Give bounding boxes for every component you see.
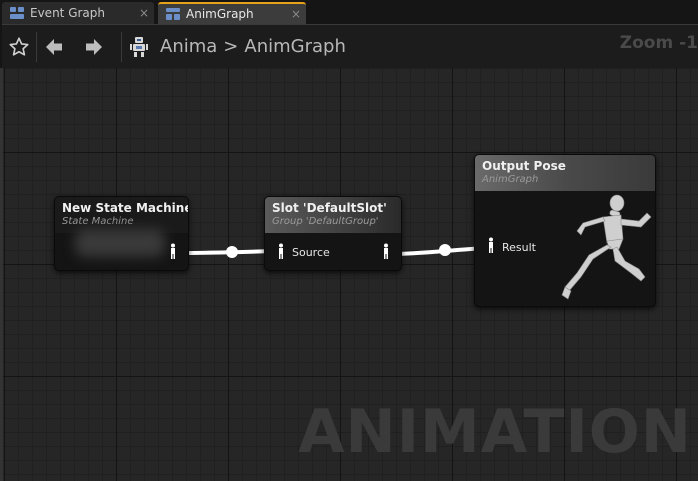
- node-subtitle: State Machine: [62, 216, 134, 227]
- pose-output-pin-icon[interactable]: [168, 243, 178, 259]
- node-header: Output Pose AnimGraph: [475, 155, 655, 191]
- node-header: New State Machine State Machine: [55, 197, 188, 233]
- node-subtitle: Group 'DefaultGroup': [272, 216, 379, 227]
- wire-reroute-knot: [226, 246, 238, 258]
- node-slot[interactable]: Slot 'DefaultSlot' Group 'DefaultGroup' …: [264, 196, 402, 271]
- node-header: Slot 'DefaultSlot' Group 'DefaultGroup': [265, 197, 401, 233]
- node-title: New State Machine: [62, 201, 189, 215]
- node-output-pose[interactable]: Output Pose AnimGraph Result: [474, 154, 656, 307]
- node-subtitle: AnimGraph: [482, 174, 539, 185]
- node-title: Slot 'DefaultSlot': [272, 201, 387, 215]
- wire-slot-to-output: [388, 246, 488, 256]
- running-mannequin-icon: [561, 194, 652, 300]
- pin-label-result: Result: [502, 241, 536, 254]
- pose-output-pin-icon[interactable]: [381, 243, 391, 259]
- node-title: Output Pose: [482, 159, 566, 173]
- pin-label-source: Source: [292, 246, 330, 259]
- pose-input-pin-icon[interactable]: [276, 243, 286, 259]
- node-state-machine[interactable]: New State Machine State Machine: [54, 196, 189, 271]
- pose-input-pin-icon[interactable]: [486, 237, 496, 253]
- node-preview: [75, 229, 165, 257]
- wire-reroute-knot: [439, 244, 451, 256]
